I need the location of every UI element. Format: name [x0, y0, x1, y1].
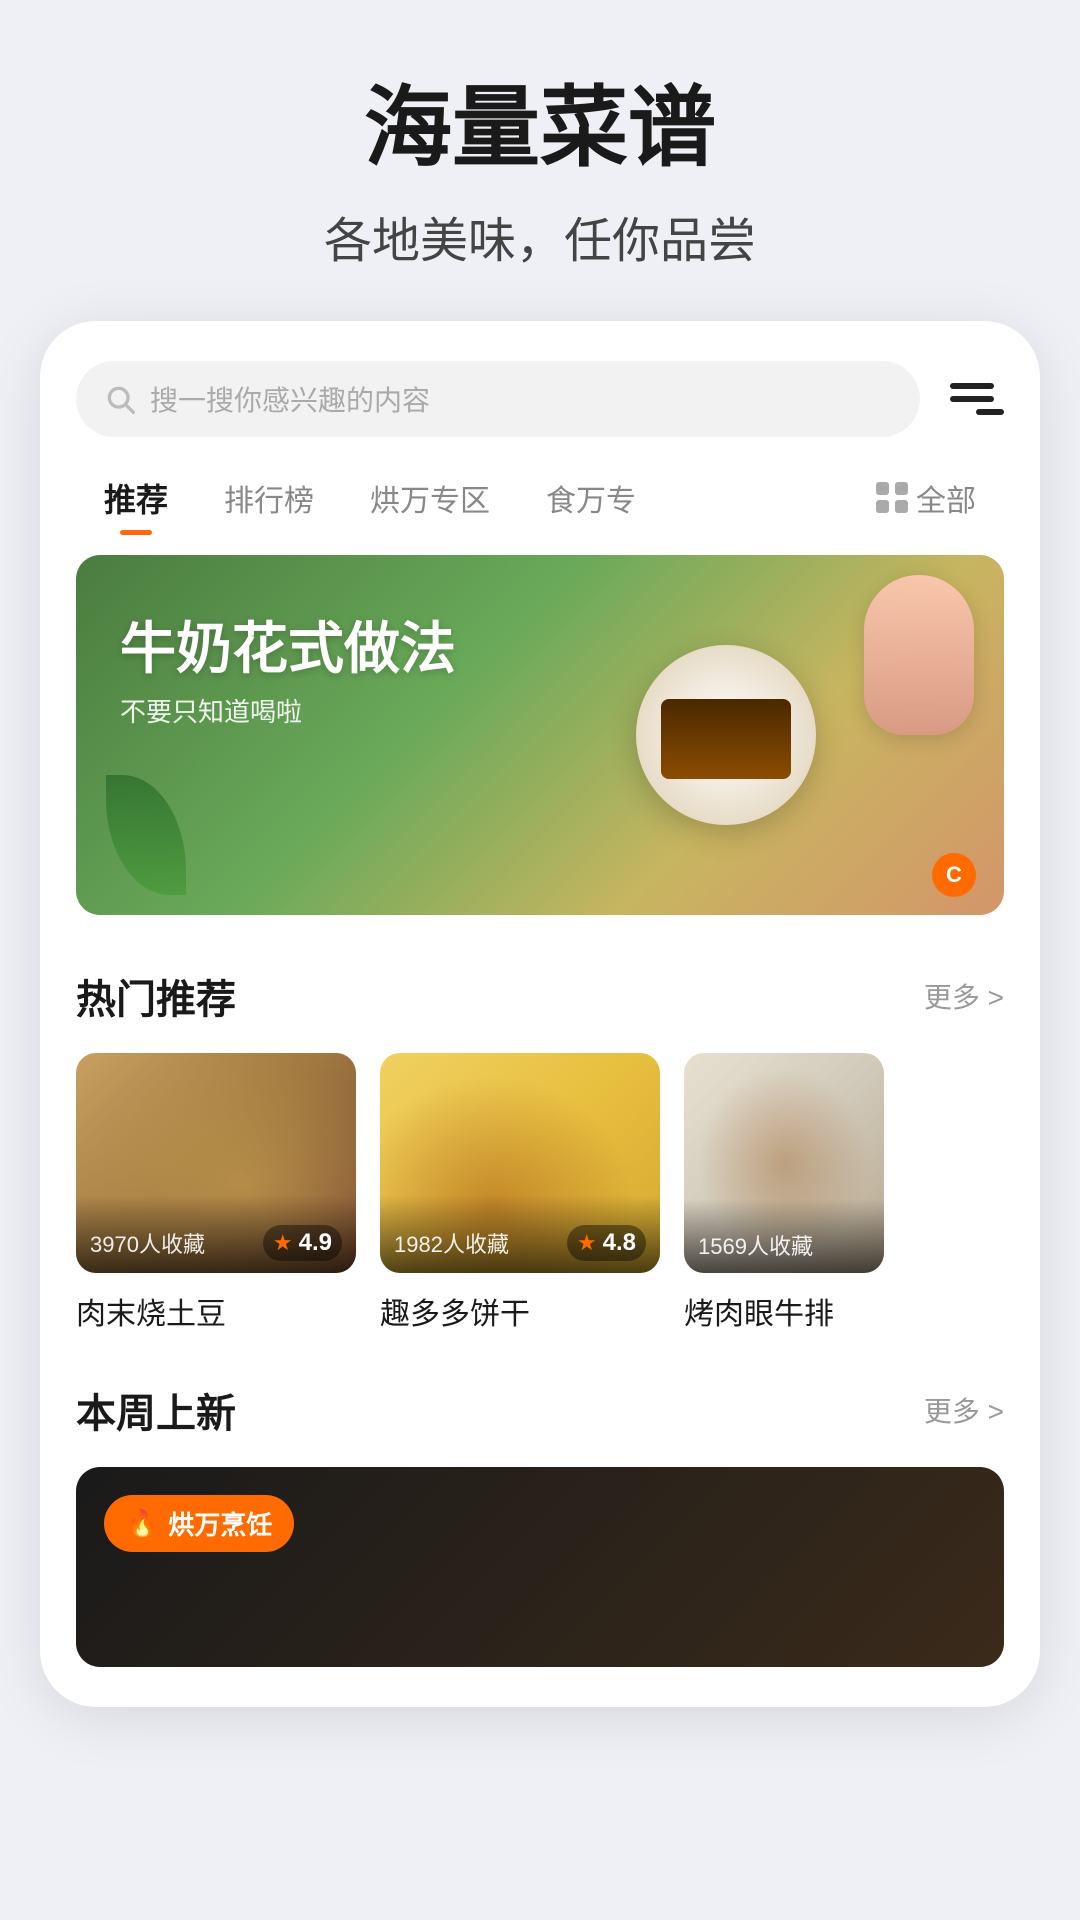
menu-line-top	[950, 383, 994, 389]
star-badge-1: ★ 4.9	[263, 1225, 342, 1261]
banner-food-decoration	[447, 555, 1004, 915]
hot-section-title: 热门推荐	[76, 967, 236, 1025]
recipe-thumb-2: 1982人收藏 ★ 4.8	[380, 1053, 660, 1273]
menu-line-mid	[950, 396, 994, 402]
recipe-cards-row: 3970人收藏 ★ 4.9 肉末烧土豆 1982人收藏 ★ 4.8	[40, 1053, 1040, 1333]
recipe-card-2[interactable]: 1982人收藏 ★ 4.8 趣多多饼干	[380, 1053, 660, 1333]
top-section: 海量菜谱 各地美味，任你品尝	[0, 0, 1080, 321]
collect-count-2: 1982人收藏	[394, 1227, 509, 1259]
banner-subtitle: 不要只知道喝啦	[120, 692, 456, 729]
recipe-card-3[interactable]: 1569人收藏 烤肉眼牛排	[684, 1053, 964, 1333]
banner-c-badge: C	[932, 853, 976, 897]
score-2: 4.8	[603, 1229, 636, 1257]
main-subtitle: 各地美味，任你品尝	[40, 201, 1040, 271]
recipe-name-1: 肉末烧土豆	[76, 1289, 356, 1333]
banner-text: 牛奶花式做法 不要只知道喝啦	[120, 615, 456, 729]
banner-leaf-decoration	[106, 775, 186, 895]
collect-count-1: 3970人收藏	[90, 1227, 205, 1259]
tab-recommend[interactable]: 推荐	[76, 465, 196, 531]
search-icon	[104, 383, 136, 415]
food-plate	[636, 645, 816, 825]
food-cake	[661, 699, 791, 779]
score-1: 4.9	[299, 1229, 332, 1257]
hot-section-more[interactable]: 更多 >	[924, 976, 1004, 1016]
recipe-name-2: 趣多多饼干	[380, 1289, 660, 1333]
card-badge-3: 1569人收藏	[684, 1199, 884, 1273]
card-badge-2: 1982人收藏 ★ 4.8	[380, 1195, 660, 1273]
recipe-card-1[interactable]: 3970人收藏 ★ 4.9 肉末烧土豆	[76, 1053, 356, 1333]
star-icon-1: ★	[273, 1230, 293, 1256]
tab-ranking[interactable]: 排行榜	[196, 466, 342, 530]
search-placeholder: 搜一搜你感兴趣的内容	[150, 379, 430, 419]
week-badge-text: 烘万烹饪	[168, 1505, 272, 1542]
collect-count-3: 1569人收藏	[698, 1229, 813, 1261]
recipe-thumb-1: 3970人收藏 ★ 4.9	[76, 1053, 356, 1273]
tabs-row: 推荐 排行榜 烘万专区 食万专 全部	[40, 465, 1040, 531]
all-dots-icon	[876, 482, 908, 514]
week-banner[interactable]: 🔥 烘万烹饪	[76, 1467, 1004, 1667]
menu-line-bot	[976, 409, 1004, 415]
recipe-name-3: 烤肉眼牛排	[684, 1289, 964, 1333]
search-bar[interactable]: 搜一搜你感兴趣的内容	[76, 361, 920, 437]
tab-all[interactable]: 全部	[848, 466, 1004, 530]
week-section-header: 本周上新 更多 >	[40, 1381, 1040, 1439]
tab-baking[interactable]: 烘万专区	[342, 466, 518, 530]
fire-icon: 🔥	[126, 1508, 158, 1539]
recipe-thumb-3: 1569人收藏	[684, 1053, 884, 1273]
week-section-title: 本周上新	[76, 1381, 236, 1439]
search-bar-row: 搜一搜你感兴趣的内容	[40, 361, 1040, 437]
star-icon-2: ★	[577, 1230, 597, 1256]
week-badge: 🔥 烘万烹饪	[104, 1495, 294, 1552]
week-section: 本周上新 更多 > 🔥 烘万烹饪	[40, 1381, 1040, 1707]
tab-food[interactable]: 食万专	[518, 466, 664, 530]
main-title: 海量菜谱	[40, 80, 1040, 177]
week-section-more[interactable]: 更多 >	[924, 1390, 1004, 1430]
star-badge-2: ★ 4.8	[567, 1225, 646, 1261]
menu-icon[interactable]	[940, 367, 1004, 431]
card-badge-1: 3970人收藏 ★ 4.9	[76, 1195, 356, 1273]
hot-section-header: 热门推荐 更多 >	[40, 967, 1040, 1025]
app-card: 搜一搜你感兴趣的内容 推荐 排行榜 烘万专区 食万专 全部 牛奶花式做法 不要只…	[40, 321, 1040, 1707]
food-drink	[864, 575, 974, 735]
banner-title: 牛奶花式做法	[120, 615, 456, 682]
main-banner[interactable]: 牛奶花式做法 不要只知道喝啦 C	[76, 555, 1004, 915]
